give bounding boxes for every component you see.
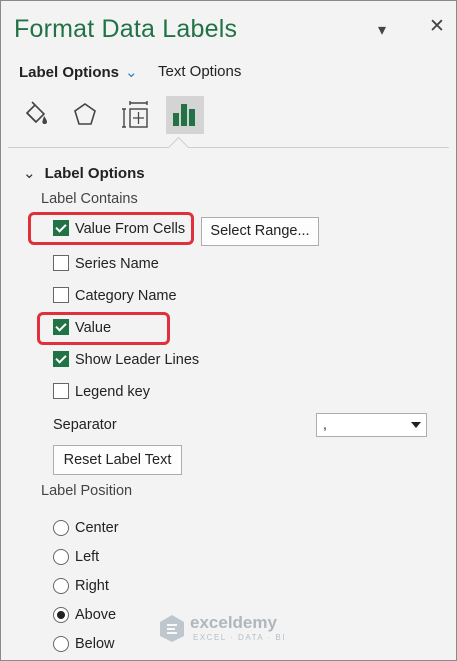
checkbox-category-name[interactable]: Category Name — [53, 287, 193, 305]
highlight-value-from-cells — [28, 212, 194, 245]
exceldemy-watermark: exceldemy EXCEL · DATA · BI — [157, 613, 284, 648]
radio-button[interactable] — [53, 520, 69, 536]
label-contains-heading: Label Contains — [41, 191, 138, 207]
chevron-down-icon[interactable] — [411, 422, 421, 428]
separator-select[interactable]: , — [316, 413, 427, 437]
chevron-down-icon: ⌄ — [23, 165, 36, 182]
separator-value: , — [323, 416, 327, 432]
checkbox-box[interactable] — [53, 351, 69, 367]
radio-button[interactable] — [53, 578, 69, 594]
section-title: Label Options — [44, 165, 145, 182]
reset-label-text-button[interactable]: Reset Label Text — [53, 445, 182, 475]
checkbox-label: Show Leader Lines — [75, 352, 200, 368]
checkbox-box[interactable] — [53, 287, 69, 303]
checkbox-box[interactable] — [53, 383, 69, 399]
checkbox-legend-key[interactable]: Legend key — [53, 383, 193, 401]
tab-label-options[interactable]: Label Options — [19, 64, 119, 81]
label-options-icon[interactable] — [166, 96, 204, 134]
radio-label: Center — [75, 520, 119, 536]
radio-right[interactable]: Right — [53, 577, 133, 595]
label-options-section-header[interactable]: ⌄ Label Options — [23, 164, 145, 182]
pane-title: Format Data Labels — [14, 15, 238, 43]
radio-label: Right — [75, 578, 109, 594]
checkbox-series-name[interactable]: Series Name — [53, 255, 193, 273]
watermark-tagline: EXCEL · DATA · BI — [193, 633, 286, 642]
radio-button[interactable] — [53, 636, 69, 652]
checkbox-label: Legend key — [75, 384, 150, 400]
options-tabs: Label Options ⌄ Text Options — [19, 63, 241, 81]
chevron-down-icon[interactable]: ⌄ — [125, 63, 138, 81]
exceldemy-logo-icon — [160, 615, 184, 642]
highlight-value — [37, 312, 170, 345]
radio-below[interactable]: Below — [53, 635, 133, 653]
radio-label: Below — [75, 636, 115, 652]
close-icon[interactable]: ✕ — [429, 15, 445, 38]
radio-center[interactable]: Center — [53, 519, 133, 537]
active-tab-pointer — [167, 136, 190, 159]
fill-line-icon[interactable] — [17, 96, 55, 134]
checkbox-box[interactable] — [53, 255, 69, 271]
separator-label: Separator — [53, 417, 117, 433]
tab-separator — [8, 147, 449, 148]
format-data-labels-pane: Format Data Labels ▾ ✕ Label Options ⌄ Te… — [0, 0, 457, 661]
size-properties-icon[interactable] — [117, 96, 155, 134]
radio-above[interactable]: Above — [53, 606, 133, 624]
tab-text-options[interactable]: Text Options — [158, 63, 241, 80]
watermark-name: exceldemy — [190, 613, 277, 632]
radio-label: Above — [75, 607, 117, 623]
radio-label: Left — [75, 549, 100, 565]
select-range-button[interactable]: Select Range... — [201, 217, 319, 246]
radio-button[interactable] — [53, 607, 69, 623]
radio-button[interactable] — [53, 549, 69, 565]
checkbox-label: Series Name — [75, 256, 159, 272]
checkbox-show-leader-lines[interactable]: Show Leader Lines — [53, 351, 213, 369]
label-position-heading: Label Position — [41, 483, 133, 499]
radio-left[interactable]: Left — [53, 548, 133, 566]
effects-icon[interactable] — [66, 96, 104, 134]
pane-options-dropdown[interactable]: ▾ — [378, 20, 386, 40]
checkbox-label: Category Name — [75, 288, 177, 304]
